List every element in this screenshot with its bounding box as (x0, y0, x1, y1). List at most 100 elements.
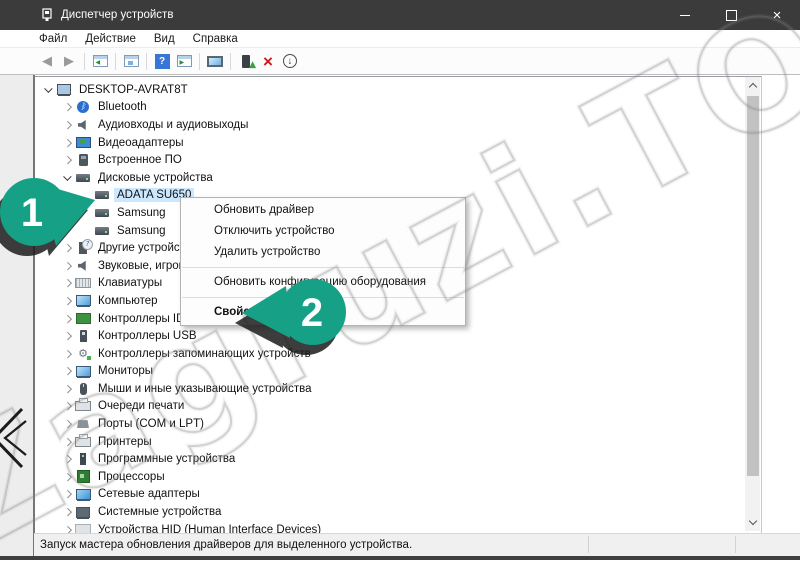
device-manager-app-icon (40, 8, 54, 22)
tree-row-20[interactable]: Принтеры (35, 433, 741, 451)
title-bar: Диспетчер устройств × (0, 0, 800, 30)
remote-computer-icon[interactable] (204, 51, 226, 72)
chevron-right-icon[interactable] (62, 349, 75, 359)
chevron-right-icon[interactable] (62, 437, 75, 447)
menu-bar: ФайлДействиеВидСправка (0, 30, 800, 48)
port-icon (75, 418, 91, 431)
chevron-right-icon[interactable] (62, 472, 75, 482)
tree-label: Устройства HID (Human Interface Devices) (95, 523, 324, 533)
tree-row-4[interactable]: Встроенное ПО (35, 151, 741, 169)
context-menu-item-1[interactable]: Отключить устройство (181, 221, 465, 242)
chevron-right-icon[interactable] (62, 120, 75, 130)
chevron-right-icon[interactable] (62, 296, 75, 306)
tree-row-1[interactable]: ᛒBluetooth (35, 99, 741, 117)
chevron-right-icon[interactable] (62, 261, 75, 271)
chevron-right-icon[interactable] (62, 419, 75, 429)
tree-row-14[interactable]: Контроллеры USB (35, 327, 741, 345)
chevron-right-icon[interactable] (62, 155, 75, 165)
disk-icon (94, 206, 110, 219)
disk-icon (75, 171, 91, 184)
tree-label: Очереди печати (95, 399, 187, 413)
printer-icon (75, 435, 91, 448)
context-menu-item-3[interactable]: Обновить конфигурацию оборудования (181, 272, 465, 293)
chevron-right-icon[interactable] (62, 102, 75, 112)
disk-icon (94, 189, 110, 202)
audio-icon (75, 259, 91, 272)
monitor-icon (75, 365, 91, 378)
context-menu-item-2[interactable]: Удалить устройство (181, 242, 465, 263)
scroll-up-icon[interactable] (745, 77, 760, 93)
chevron-right-icon[interactable] (62, 314, 75, 324)
disable-device-icon[interactable]: ↓ (279, 51, 301, 72)
chevron-right-icon[interactable] (62, 138, 75, 148)
chevron-right-icon[interactable] (62, 525, 75, 533)
window-title: Диспетчер устройств (61, 9, 173, 21)
tree-label: Контроллеры USB (95, 329, 200, 343)
status-panel-divider (735, 536, 736, 553)
chevron-down-icon[interactable] (43, 85, 56, 95)
chevron-right-icon[interactable] (62, 366, 75, 376)
tree-row-18[interactable]: Очереди печати (35, 398, 741, 416)
chevron-down-icon[interactable] (62, 173, 75, 183)
tree-row-21[interactable]: Программные устройства (35, 450, 741, 468)
tree-row-25[interactable]: Устройства HID (Human Interface Devices) (35, 521, 741, 533)
tree-label: Видеоадаптеры (95, 136, 187, 150)
tree-row-22[interactable]: Процессоры (35, 468, 741, 486)
tree-label: DESKTOP-AVRAT8T (76, 83, 191, 97)
minimize-button[interactable] (662, 0, 708, 30)
menu-item-1[interactable]: Действие (76, 33, 145, 45)
tree-row-3[interactable]: Видеоадаптеры (35, 134, 741, 152)
context-menu-item-0[interactable]: Обновить драйвер (181, 200, 465, 221)
firmware-icon (75, 154, 91, 167)
chevron-right-icon[interactable] (62, 507, 75, 517)
computer-icon (56, 83, 72, 96)
chevron-placeholder (81, 226, 94, 236)
tree-label: Компьютер (95, 294, 161, 308)
menu-item-3[interactable]: Справка (184, 33, 247, 45)
tree-row-17[interactable]: Мыши и иные указывающие устройства (35, 380, 741, 398)
chevron-right-icon[interactable] (62, 489, 75, 499)
menu-item-0[interactable]: Файл (30, 33, 76, 45)
context-menu-item-4[interactable]: Свойства (181, 302, 465, 323)
chevron-right-icon[interactable] (62, 278, 75, 288)
status-bar: Запуск мастера обновления драйверов для … (34, 533, 800, 556)
chevron-right-icon[interactable] (62, 243, 75, 253)
keyboard-icon (75, 277, 91, 290)
help-icon[interactable]: ? (151, 51, 173, 72)
tree-label: Аудиовходы и аудиовыходы (95, 118, 251, 132)
left-gutter (0, 75, 34, 556)
tree-row-23[interactable]: Сетевые адаптеры (35, 486, 741, 504)
printer-icon (75, 400, 91, 413)
tree-row-15[interactable]: ⚙Контроллеры запоминающих устройств (35, 345, 741, 363)
scroll-down-icon[interactable] (745, 515, 760, 531)
mouse-icon (75, 382, 91, 395)
action-pane-icon[interactable]: ▶ (173, 51, 195, 72)
toolbar-separator (199, 53, 200, 70)
vertical-scrollbar[interactable] (745, 77, 760, 531)
maximize-button[interactable] (708, 0, 754, 30)
chevron-right-icon[interactable] (62, 454, 75, 464)
tree-row-24[interactable]: Системные устройства (35, 503, 741, 521)
tree-label: Встроенное ПО (95, 153, 185, 167)
toolbar-separator (84, 53, 85, 70)
forward-icon[interactable]: ▶ (58, 51, 80, 72)
chevron-right-icon[interactable] (62, 331, 75, 341)
tree-row-19[interactable]: Порты (COM и LPT) (35, 415, 741, 433)
properties-icon[interactable] (120, 51, 142, 72)
context-menu-separator (182, 297, 464, 298)
tree-label: Системные устройства (95, 505, 224, 519)
tree-row-16[interactable]: Мониторы (35, 363, 741, 381)
show-console-tree-icon[interactable]: ◀ (89, 51, 111, 72)
update-driver-icon[interactable]: ▲ (235, 51, 257, 72)
close-button[interactable]: × (754, 0, 800, 30)
tree-row-5[interactable]: Дисковые устройства (35, 169, 741, 187)
scrollbar-thumb[interactable] (747, 96, 759, 476)
chevron-right-icon[interactable] (62, 401, 75, 411)
tree-row-2[interactable]: Аудиовходы и аудиовыходы (35, 116, 741, 134)
chevron-right-icon[interactable] (62, 384, 75, 394)
tree-row-0[interactable]: DESKTOP-AVRAT8T (35, 81, 741, 99)
menu-item-2[interactable]: Вид (145, 33, 184, 45)
toolbar-separator (146, 53, 147, 70)
uninstall-device-icon[interactable]: × (257, 51, 279, 72)
back-icon[interactable]: ◀ (36, 51, 58, 72)
